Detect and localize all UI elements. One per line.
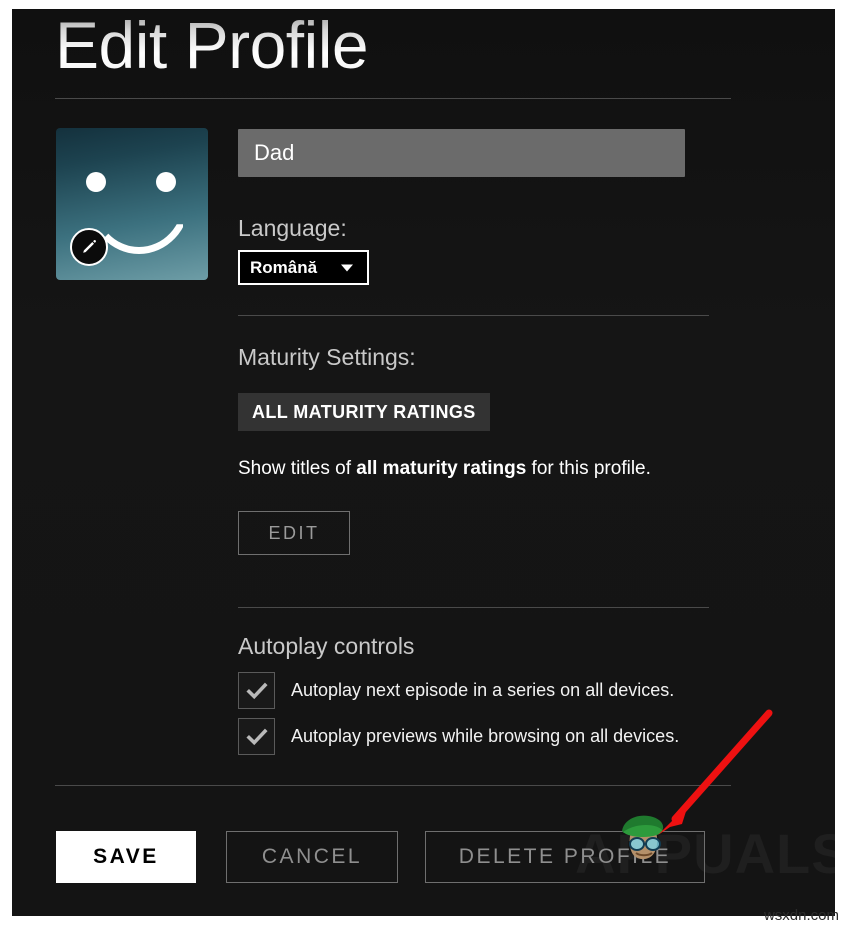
save-button[interactable]: SAVE <box>56 831 196 883</box>
maturity-description: Show titles of all maturity ratings for … <box>238 458 651 480</box>
edit-profile-screen: Edit Profile Language: Rom <box>12 9 835 916</box>
maturity-description-prefix: Show titles of <box>238 458 356 479</box>
divider-below-title <box>55 98 731 99</box>
autoplay-previews-label: Autoplay previews while browsing on all … <box>291 726 679 747</box>
autoplay-next-episode-checkbox[interactable] <box>238 672 275 709</box>
divider-above-footer <box>55 785 731 786</box>
avatar[interactable] <box>56 128 208 280</box>
maturity-rating-badge: ALL MATURITY RATINGS <box>238 393 490 431</box>
divider-below-maturity <box>238 607 709 608</box>
avatar-eye-right-icon <box>156 172 176 192</box>
maturity-edit-button[interactable]: EDIT <box>238 511 350 555</box>
autoplay-controls-label: Autoplay controls <box>238 633 414 660</box>
language-selected-value: Română <box>250 258 317 278</box>
language-select[interactable]: Română <box>238 250 369 285</box>
page-title: Edit Profile <box>55 12 368 78</box>
cancel-button[interactable]: CANCEL <box>226 831 398 883</box>
chevron-down-icon <box>341 264 353 271</box>
autoplay-option-previews[interactable]: Autoplay previews while browsing on all … <box>238 718 679 755</box>
delete-profile-button[interactable]: DELETE PROFILE <box>425 831 705 883</box>
autoplay-previews-checkbox[interactable] <box>238 718 275 755</box>
avatar-edit-badge[interactable] <box>70 228 108 266</box>
maturity-description-strong: all maturity ratings <box>356 458 526 479</box>
maturity-settings-label: Maturity Settings: <box>238 344 416 371</box>
autoplay-next-episode-label: Autoplay next episode in a series on all… <box>291 680 674 701</box>
screenshot-page: Edit Profile Language: Rom <box>0 0 847 925</box>
check-icon <box>245 679 269 703</box>
avatar-eye-left-icon <box>86 172 106 192</box>
language-label: Language: <box>238 215 347 242</box>
autoplay-option-next-episode[interactable]: Autoplay next episode in a series on all… <box>238 672 674 709</box>
check-icon <box>245 725 269 749</box>
maturity-description-suffix: for this profile. <box>526 458 651 479</box>
profile-name-input[interactable] <box>238 129 685 177</box>
pencil-icon <box>80 238 98 256</box>
divider-below-language <box>238 315 709 316</box>
